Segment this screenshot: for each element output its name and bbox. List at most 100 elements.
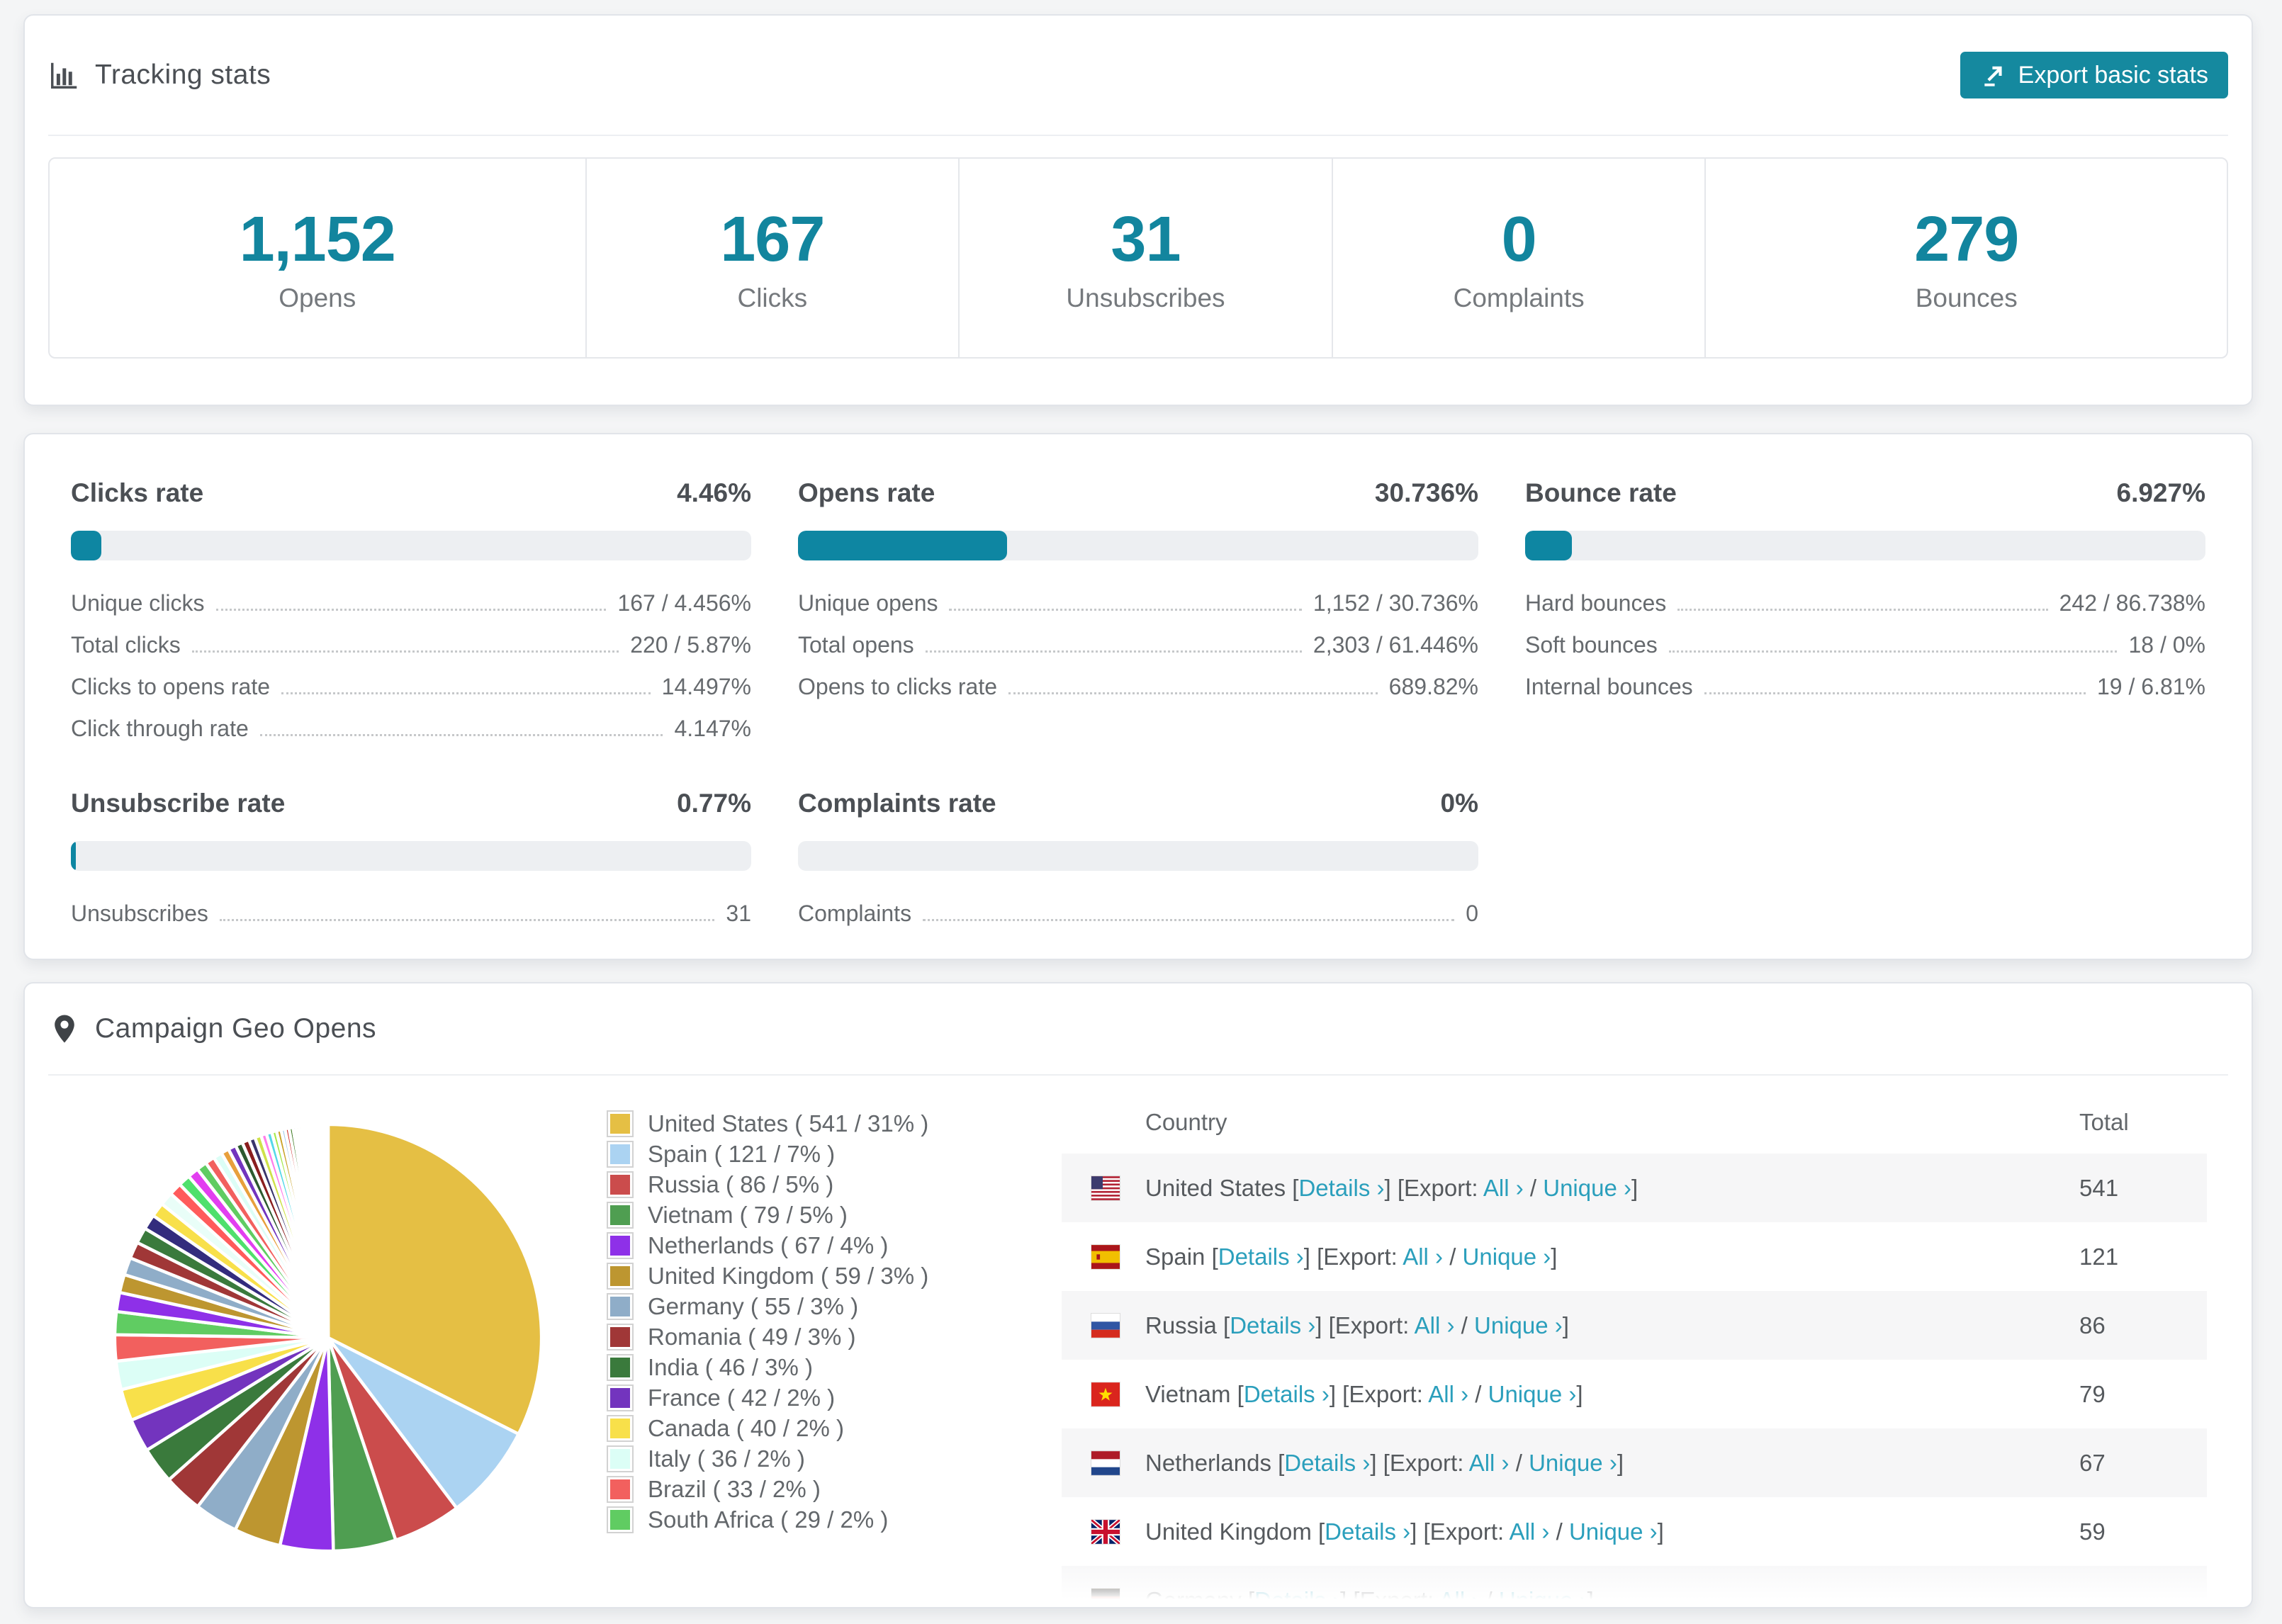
rate-title: Complaints rate xyxy=(798,789,996,818)
legend-color-swatch xyxy=(608,1111,632,1136)
bracket-text: ] xyxy=(1587,1586,1594,1608)
country-flag-icon xyxy=(1091,1382,1120,1406)
rate-row-value: 2,303 / 61.446% xyxy=(1313,632,1478,658)
stat-value: 1,152 xyxy=(239,203,396,275)
rate-detail-row: Unique clicks 167 / 4.456% xyxy=(71,590,751,632)
tracking-stats-header: Tracking stats Export basic stats xyxy=(48,16,2228,136)
table-row: United States [Details ›] [Export: All ›… xyxy=(1062,1154,2207,1222)
separator-text: / xyxy=(1468,1380,1488,1407)
export-all-link[interactable]: All › xyxy=(1428,1381,1468,1407)
country-total-value: 86 xyxy=(2079,1312,2106,1338)
export-unique-link[interactable]: Unique › xyxy=(1499,1587,1587,1608)
export-unique-link[interactable]: Unique › xyxy=(1569,1518,1658,1545)
export-basic-stats-button[interactable]: Export basic stats xyxy=(1960,52,2228,98)
rate-row-value: 1,152 / 30.736% xyxy=(1313,590,1478,616)
details-link[interactable]: Details › xyxy=(1298,1175,1384,1201)
details-link[interactable]: Details › xyxy=(1244,1381,1330,1407)
export-unique-link[interactable]: Unique › xyxy=(1543,1175,1631,1201)
map-pin-icon xyxy=(55,1015,74,1043)
export-all-link[interactable]: All › xyxy=(1483,1175,1524,1201)
geo-opens-pie-chart xyxy=(113,1122,544,1553)
details-link[interactable]: Details › xyxy=(1284,1450,1370,1476)
rate-block: Unsubscribe rate 0.77% Unsubscribes 31 xyxy=(71,779,751,942)
dotted-leader xyxy=(1677,609,2048,611)
country-flag-icon xyxy=(1091,1244,1120,1269)
export-unique-link[interactable]: Unique › xyxy=(1474,1312,1563,1338)
country-row-text: United States [Details ›] [Export: All ›… xyxy=(1145,1175,1638,1202)
rate-row-label: Total clicks xyxy=(71,632,181,658)
rate-detail-row: Opens to clicks rate 689.82% xyxy=(798,674,1478,716)
export-all-link[interactable]: All › xyxy=(1403,1244,1443,1270)
total-column-header: Total xyxy=(2079,1109,2129,1135)
dotted-leader xyxy=(215,609,607,611)
bracket-text: ] [Export: xyxy=(1410,1518,1510,1545)
details-link[interactable]: Details › xyxy=(1230,1312,1315,1338)
summary-stat-cell: 1,152 Opens xyxy=(50,159,585,357)
rate-block: Complaints rate 0% Complaints 0 xyxy=(798,779,1478,942)
rate-row-label: Click through rate xyxy=(71,716,249,741)
legend-label: Canada ( 40 / 2% ) xyxy=(648,1414,844,1441)
legend-item: Italy ( 36 / 2% ) xyxy=(608,1443,1062,1474)
table-row: Spain [Details ›] [Export: All › / Uniqu… xyxy=(1062,1222,2207,1291)
stat-value: 31 xyxy=(1111,203,1181,275)
bracket-text: ] [Export: xyxy=(1315,1312,1415,1338)
dotted-leader xyxy=(949,609,1302,611)
legend-item: Spain ( 121 / 7% ) xyxy=(608,1139,1062,1169)
legend-label: India ( 46 / 3% ) xyxy=(648,1353,813,1380)
rate-row-value: 689.82% xyxy=(1388,674,1478,699)
export-all-link[interactable]: All › xyxy=(1415,1312,1455,1338)
stat-label: Clicks xyxy=(737,283,808,312)
geo-country-table: Country Total United States [Details ›] … xyxy=(1062,1091,2207,1608)
rate-row-label: Unique clicks xyxy=(71,590,205,616)
country-row-text: Germany [Details ›] [Export: All › / Uni… xyxy=(1145,1586,1594,1608)
rate-percent-value: 30.736% xyxy=(1374,478,1478,507)
country-column-header: Country xyxy=(1145,1109,1227,1135)
rate-row-value: 18 / 0% xyxy=(2128,632,2205,658)
dotted-leader xyxy=(191,650,619,653)
country-flag-icon xyxy=(1091,1588,1120,1607)
export-all-link[interactable]: All › xyxy=(1510,1518,1550,1545)
export-unique-link[interactable]: Unique › xyxy=(1529,1450,1617,1476)
export-button-label: Export basic stats xyxy=(2018,61,2208,89)
export-all-link[interactable]: All › xyxy=(1469,1450,1510,1476)
legend-label: Italy ( 36 / 2% ) xyxy=(648,1445,805,1472)
page-title: Tracking stats xyxy=(95,60,271,90)
legend-color-swatch xyxy=(608,1385,632,1410)
rate-block: Opens rate 30.736% Unique opens 1,152 / … xyxy=(798,468,1478,757)
legend-color-swatch xyxy=(608,1141,632,1166)
bracket-text: ] [Export: xyxy=(1384,1174,1483,1201)
legend-item: United States ( 541 / 31% ) xyxy=(608,1108,1062,1139)
geo-content: United States ( 541 / 31% ) Spain ( 121 … xyxy=(48,1076,2228,1608)
summary-stats-strip: 1,152 Opens 167 Clicks 31 Unsubscribes 0… xyxy=(48,157,2228,359)
geo-table-header: Country Total xyxy=(1062,1091,2207,1154)
country-name: Spain [ xyxy=(1145,1243,1218,1270)
rate-row-label: Total opens xyxy=(798,632,914,658)
legend-color-swatch xyxy=(608,1355,632,1380)
legend-item: Vietnam ( 79 / 5% ) xyxy=(608,1200,1062,1230)
rate-row-value: 31 xyxy=(726,901,751,926)
country-name: United Kingdom [ xyxy=(1145,1518,1325,1545)
details-link[interactable]: Details › xyxy=(1325,1518,1410,1545)
rate-progress-fill xyxy=(71,531,101,560)
export-unique-link[interactable]: Unique › xyxy=(1488,1381,1577,1407)
stat-value: 167 xyxy=(720,203,825,275)
rate-detail-row: Complaints 0 xyxy=(798,901,1478,942)
export-all-link[interactable]: All › xyxy=(1439,1587,1479,1608)
legend-label: France ( 42 / 2% ) xyxy=(648,1384,836,1411)
legend-item: France ( 42 / 2% ) xyxy=(608,1382,1062,1413)
legend-item: Netherlands ( 67 / 4% ) xyxy=(608,1230,1062,1261)
rate-progress-bar xyxy=(71,841,751,871)
rate-title: Clicks rate xyxy=(71,478,204,507)
table-row: United Kingdom [Details ›] [Export: All … xyxy=(1062,1497,2207,1566)
separator-text: / xyxy=(1443,1243,1463,1270)
legend-color-swatch xyxy=(608,1172,632,1197)
separator-text: / xyxy=(1523,1174,1544,1201)
details-link[interactable]: Details › xyxy=(1254,1587,1340,1608)
export-icon xyxy=(1984,66,2002,86)
rate-progress-fill xyxy=(71,841,77,871)
geo-table-rows: United States [Details ›] [Export: All ›… xyxy=(1062,1154,2207,1608)
export-unique-link[interactable]: Unique › xyxy=(1463,1244,1551,1270)
details-link[interactable]: Details › xyxy=(1218,1244,1304,1270)
country-total-value: 79 xyxy=(2079,1380,2106,1407)
dotted-leader xyxy=(219,919,715,921)
